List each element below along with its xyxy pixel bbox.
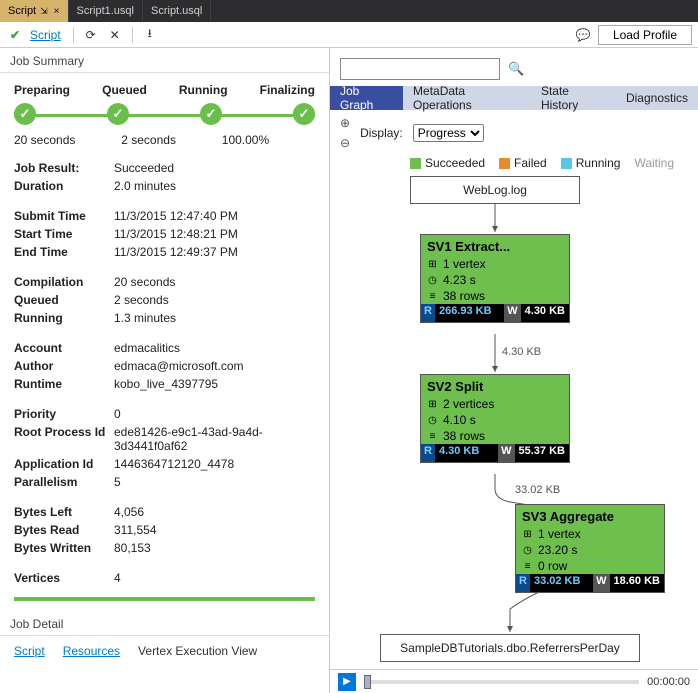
clock-icon: ◷ <box>427 415 438 426</box>
rows-icon: ≡ <box>522 561 533 572</box>
clock-icon: ◷ <box>522 545 533 556</box>
summary-row: Compilation20 seconds <box>14 275 315 289</box>
subtab-state-history[interactable]: State History <box>531 86 616 110</box>
zoom-out-icon[interactable]: ⊖ <box>340 136 350 150</box>
node-sv3[interactable]: SV3 Aggregate ⊞1 vertex ◷23.20 s ≡0 row … <box>515 504 665 593</box>
subtab-job-graph[interactable]: Job Graph <box>330 86 403 110</box>
phase-dot-preparing: ✓ <box>14 103 36 125</box>
pin-icon[interactable]: ⇲ <box>40 6 48 17</box>
legend: Succeeded Failed Running Waiting <box>330 156 698 174</box>
play-button[interactable]: ▶ <box>338 673 356 691</box>
summary-row: Accountedmacalitics <box>14 341 315 355</box>
close-icon[interactable]: × <box>54 6 60 17</box>
tab-script-usql[interactable]: Script.usql <box>143 0 211 22</box>
detail-link-vertex-view[interactable]: Vertex Execution View <box>138 644 257 658</box>
summary-row: Parallelism5 <box>14 475 315 489</box>
timeline-slider[interactable] <box>364 680 639 684</box>
right-panel: 🔍 Job Graph MetaData Operations State Hi… <box>330 48 698 693</box>
summary-row: Runtimekobo_live_4397795 <box>14 377 315 391</box>
job-detail-header: Job Detail <box>0 611 329 636</box>
node-sv2[interactable]: SV2 Split ⊞2 vertices ◷4.10 s ≡38 rows R… <box>420 374 570 463</box>
timeline: ▶ 00:00:00 <box>330 669 698 693</box>
summary-row: End Time11/3/2015 12:49:37 PM <box>14 245 315 259</box>
summary-row: Running1.3 minutes <box>14 311 315 325</box>
vertex-icon: ⊞ <box>427 399 438 410</box>
summary-row: Queued2 seconds <box>14 293 315 307</box>
summary-bottom-bar <box>14 597 315 601</box>
refresh-icon[interactable]: ⟳ <box>82 26 100 44</box>
job-graph-canvas[interactable]: WebLog.log SV1 Extract... ⊞1 vertex ◷4.2… <box>330 174 698 669</box>
tab-script1-usql[interactable]: Script1.usql <box>69 0 143 22</box>
edge-label-2: 33.02 KB <box>515 484 560 496</box>
load-profile-button[interactable]: Load Profile <box>598 25 692 45</box>
toolbar: ✔ Script ⟳ ✕ ⭳ 💬 Load Profile <box>0 22 698 48</box>
feedback-icon[interactable]: 💬 <box>574 26 592 44</box>
rows-icon: ≡ <box>427 431 438 442</box>
summary-row: Root Process Idede81426-e9c1-43ad-9a4d-3… <box>14 425 315 453</box>
search-input[interactable] <box>340 58 500 80</box>
display-select[interactable]: Progress <box>413 124 484 142</box>
summary-row: Job Result:Succeeded <box>14 161 315 175</box>
script-link[interactable]: Script <box>30 28 61 42</box>
search-icon[interactable]: 🔍 <box>508 61 524 77</box>
summary-row: Application Id1446364712120_4478 <box>14 457 315 471</box>
summary-row: Start Time11/3/2015 12:48:21 PM <box>14 227 315 241</box>
phase-labels: PreparingQueuedRunningFinalizing <box>14 83 315 97</box>
left-panel: Job Summary PreparingQueuedRunningFinali… <box>0 48 330 693</box>
phase-track: ✓ ✓ ✓ ✓ <box>14 103 315 127</box>
summary-row: Authoredmaca@microsoft.com <box>14 359 315 373</box>
phase-dot-running: ✓ <box>200 103 222 125</box>
node-input-file[interactable]: WebLog.log <box>410 176 580 204</box>
vertex-icon: ⊞ <box>522 529 533 540</box>
cancel-icon[interactable]: ✕ <box>106 26 124 44</box>
clock-icon: ◷ <box>427 275 438 286</box>
detail-link-resources[interactable]: Resources <box>63 644 120 658</box>
edge-label-1: 4.30 KB <box>502 346 541 358</box>
detail-link-script[interactable]: Script <box>14 644 45 658</box>
display-label: Display: <box>360 126 403 140</box>
editor-tabbar: Script⇲× Script1.usql Script.usql <box>0 0 698 22</box>
subtab-diagnostics[interactable]: Diagnostics <box>616 86 698 110</box>
phase-dot-queued: ✓ <box>107 103 129 125</box>
phase-dot-finalizing: ✓ <box>293 103 315 125</box>
timeline-time: 00:00:00 <box>647 676 690 688</box>
vertex-icon: ⊞ <box>427 259 438 270</box>
summary-row: Submit Time11/3/2015 12:47:40 PM <box>14 209 315 223</box>
zoom-in-icon[interactable]: ⊕ <box>340 116 350 130</box>
summary-row: Bytes Written80,153 <box>14 541 315 555</box>
status-check-icon: ✔ <box>6 26 24 44</box>
download-icon[interactable]: ⭳ <box>141 26 159 44</box>
node-output-table[interactable]: SampleDBTutorials.dbo.ReferrersPerDay <box>380 634 640 662</box>
subtab-metadata[interactable]: MetaData Operations <box>403 86 531 110</box>
tab-script[interactable]: Script⇲× <box>0 0 69 22</box>
summary-row: Duration2.0 minutes <box>14 179 315 193</box>
summary-row: Bytes Left4,056 <box>14 505 315 519</box>
job-summary-header: Job Summary <box>0 48 329 73</box>
summary-row: Bytes Read311,554 <box>14 523 315 537</box>
rows-icon: ≡ <box>427 291 438 302</box>
summary-row: Vertices4 <box>14 571 315 585</box>
subtabs: Job Graph MetaData Operations State Hist… <box>330 86 698 110</box>
node-sv1[interactable]: SV1 Extract... ⊞1 vertex ◷4.23 s ≡38 row… <box>420 234 570 323</box>
phase-values: 20 seconds2 seconds100.00% <box>14 133 315 147</box>
summary-row: Priority0 <box>14 407 315 421</box>
